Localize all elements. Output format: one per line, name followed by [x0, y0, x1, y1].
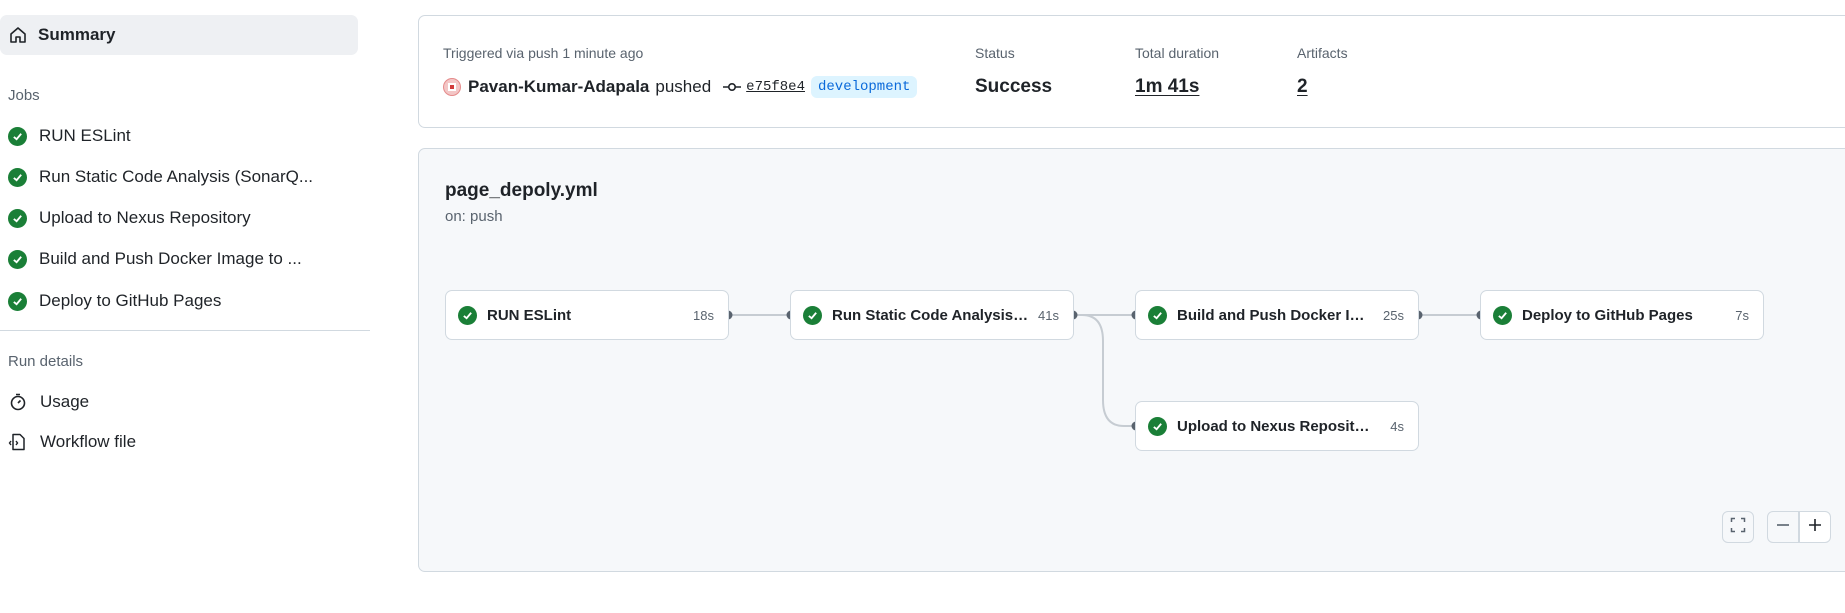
check-circle-icon	[8, 291, 27, 311]
home-icon	[8, 25, 28, 45]
sidebar-job-deploy-pages[interactable]: Deploy to GitHub Pages	[8, 286, 221, 316]
git-commit-icon	[723, 80, 742, 94]
commit-sha-link[interactable]: e75f8e4	[746, 79, 805, 95]
status-value: Success	[975, 76, 1053, 97]
sidebar-job-upload-nexus[interactable]: Upload to Nexus Repository	[8, 203, 251, 233]
zoom-in-button[interactable]	[1799, 511, 1831, 543]
check-circle-icon	[1148, 305, 1167, 325]
sidebar-job-label: RUN ESLint	[39, 126, 131, 145]
minus-icon	[1775, 517, 1791, 538]
sidebar-job-run-eslint[interactable]: RUN ESLint	[8, 121, 131, 151]
zoom-out-button[interactable]	[1767, 511, 1799, 543]
actor-line: Pavan-Kumar-Adapala pushed e75f8e4 devel…	[443, 76, 918, 98]
graph-job-label: Run Static Code Analysis (S...	[832, 306, 1032, 324]
run-summary-card: Triggered via push 1 minute ago Pavan-Ku…	[418, 15, 1845, 128]
graph-job-label: Build and Push Docker Ima...	[1177, 306, 1377, 324]
sidebar-item-label: Usage	[40, 392, 90, 411]
actor-action: pushed	[655, 77, 712, 96]
trigger-text: Triggered via push 1 minute ago	[443, 45, 644, 61]
duration-label: Total duration	[1135, 45, 1220, 61]
graph-job-duration: 41s	[1038, 307, 1059, 323]
graph-job-docker[interactable]: Build and Push Docker Ima... 25s	[1135, 290, 1419, 340]
sidebar-job-label: Deploy to GitHub Pages	[39, 291, 222, 310]
sidebar-item-summary[interactable]: Summary	[0, 15, 358, 55]
graph-job-duration: 25s	[1383, 307, 1404, 323]
status-label: Status	[975, 45, 1015, 61]
check-circle-icon	[8, 249, 27, 269]
check-circle-icon	[458, 305, 477, 325]
check-circle-icon	[8, 167, 27, 187]
graph-job-label: RUN ESLint	[487, 306, 572, 324]
run-details-heading: Run details	[8, 353, 84, 370]
graph-job-duration: 4s	[1390, 418, 1404, 434]
sidebar-item-workflow-file[interactable]: Workflow file	[8, 427, 136, 457]
actor-name[interactable]: Pavan-Kumar-Adapala	[468, 77, 649, 97]
sidebar-job-static-analysis[interactable]: Run Static Code Analysis (SonarQ...	[8, 162, 313, 192]
sidebar-job-docker[interactable]: Build and Push Docker Image to ...	[8, 244, 302, 274]
sidebar-item-label: Workflow file	[40, 432, 137, 451]
graph-job-label: Upload to Nexus Repository	[1177, 417, 1377, 435]
graph-job-run-eslint[interactable]: RUN ESLint 18s	[445, 290, 729, 340]
stopwatch-icon	[8, 392, 28, 412]
plus-icon	[1807, 517, 1823, 538]
check-circle-icon	[8, 126, 27, 146]
avatar[interactable]	[443, 78, 461, 96]
sidebar-item-usage[interactable]: Usage	[8, 387, 89, 417]
sidebar-divider	[0, 330, 370, 331]
graph-job-duration: 7s	[1735, 307, 1749, 323]
check-circle-icon	[803, 305, 822, 325]
workflow-edges	[723, 310, 1486, 431]
check-circle-icon	[1148, 416, 1167, 436]
artifacts-label: Artifacts	[1297, 45, 1348, 61]
sidebar-job-label: Build and Push Docker Image to ...	[39, 249, 302, 268]
workflow-graph-card: page_depoly.yml on: push RUN ESLint 18s …	[418, 148, 1845, 572]
graph-job-duration: 18s	[693, 307, 714, 323]
fullscreen-button[interactable]	[1722, 511, 1754, 543]
sidebar: Summary Jobs RUN ESLint Run Static Code …	[0, 0, 370, 613]
graph-job-static-analysis[interactable]: Run Static Code Analysis (S... 41s	[790, 290, 1074, 340]
check-circle-icon	[8, 208, 27, 228]
graph-job-deploy-pages[interactable]: Deploy to GitHub Pages 7s	[1480, 290, 1764, 340]
sidebar-item-label: Summary	[38, 25, 116, 44]
jobs-heading: Jobs	[8, 87, 40, 104]
artifacts-count-link[interactable]: 2	[1297, 76, 1308, 98]
branch-badge[interactable]: development	[810, 76, 918, 98]
sidebar-job-label: Run Static Code Analysis (SonarQ...	[39, 167, 314, 186]
sidebar-job-label: Upload to Nexus Repository	[39, 208, 251, 227]
check-circle-icon	[1493, 305, 1512, 325]
graph-job-upload-nexus[interactable]: Upload to Nexus Repository 4s	[1135, 401, 1419, 451]
fullscreen-icon	[1730, 517, 1746, 538]
graph-job-label: Deploy to GitHub Pages	[1522, 306, 1693, 324]
duration-value-link[interactable]: 1m 41s	[1135, 76, 1199, 98]
file-code-icon	[8, 432, 28, 452]
commit-ref[interactable]: e75f8e4	[723, 79, 805, 95]
